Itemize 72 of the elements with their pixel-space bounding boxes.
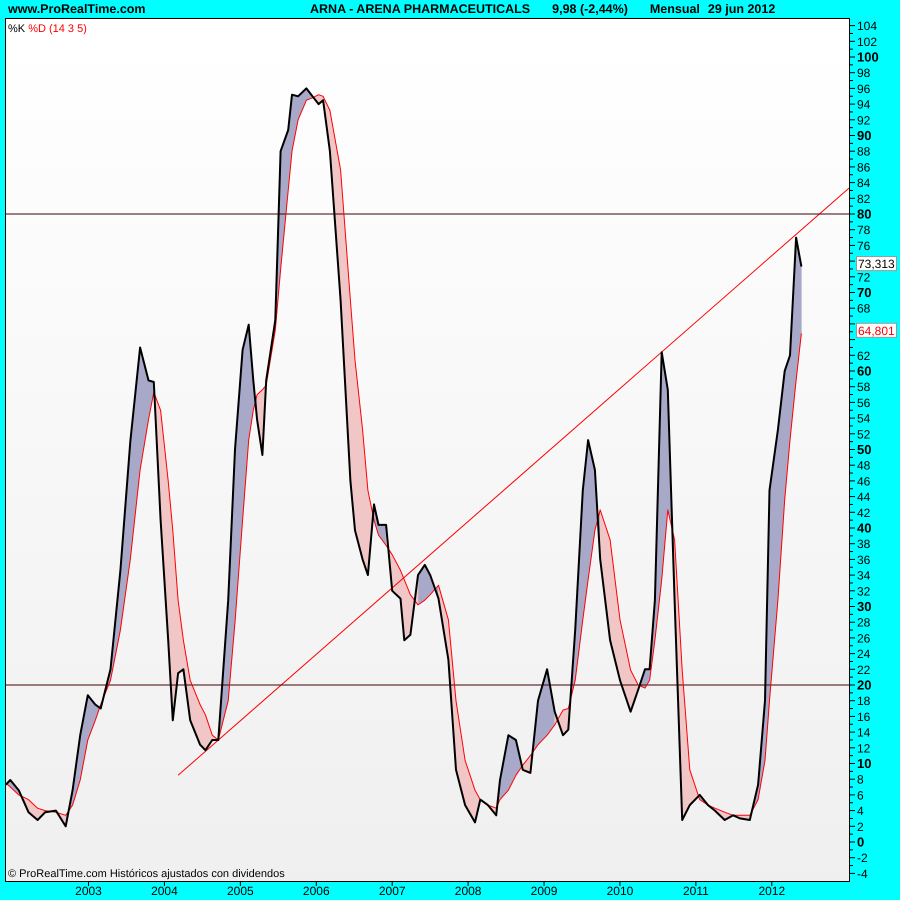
- x-axis-label: 2005: [227, 884, 254, 898]
- y-axis-label: 68: [857, 302, 870, 316]
- y-axis-label: 58: [857, 380, 870, 394]
- y-axis-label: 60: [857, 364, 872, 378]
- y-axis-label: 72: [857, 270, 870, 284]
- x-axis-label: 2009: [530, 884, 558, 898]
- y-axis-label: 10: [857, 756, 872, 771]
- price-change: 9,98 (-2,44%): [552, 1, 628, 18]
- x-axis-label: 2004: [151, 884, 178, 898]
- y-axis-label: 54: [857, 412, 870, 426]
- y-axis-label: 44: [857, 490, 870, 504]
- y-axis-label: 102: [857, 34, 878, 49]
- y-axis-label: 52: [857, 427, 870, 442]
- y-axis-label: 4: [857, 804, 864, 818]
- x-axis-label: 2006: [302, 884, 330, 898]
- value-tag: 64,801: [856, 322, 897, 338]
- y-axis-label: 26: [857, 631, 870, 646]
- chart-title: ARNA - ARENA PHARMACEUTICALS: [310, 1, 530, 18]
- period-label: Mensual: [650, 1, 700, 18]
- y-axis-label: 94: [857, 98, 870, 112]
- y-axis-label: 2: [857, 820, 864, 834]
- x-axis-label: 2003: [75, 884, 102, 898]
- value-tag: 73,313: [856, 256, 897, 272]
- y-axis-label: 28: [857, 616, 870, 630]
- k-legend: %K: [8, 23, 26, 35]
- y-axis-label: 24: [857, 647, 870, 662]
- y-axis-label: -4: [857, 866, 868, 881]
- footer-note: © ProRealTime.com Históricos ajustados con dividendos: [8, 868, 285, 880]
- y-axis-label: 34: [857, 568, 870, 583]
- y-axis-label: 78: [857, 223, 870, 238]
- y-axis-label: 16: [857, 710, 870, 724]
- y-axis-label: 96: [857, 82, 870, 96]
- y-axis-label: 90: [857, 128, 872, 143]
- y-axis-label: 46: [857, 474, 870, 488]
- y-axis-label: 62: [857, 348, 870, 363]
- x-axis-label: 2012: [758, 884, 786, 898]
- y-axis-label: 18: [857, 694, 870, 708]
- y-axis-label: 98: [857, 66, 870, 80]
- y-axis-label: 86: [857, 160, 870, 174]
- y-axis-label: 76: [857, 238, 870, 253]
- d-legend: %D (14 3 5): [28, 23, 87, 35]
- y-axis-label: 20: [857, 678, 872, 692]
- y-axis-label: 6: [857, 788, 864, 802]
- x-axis-label: 2011: [682, 884, 709, 898]
- y-axis-label: 70: [857, 285, 872, 300]
- y-axis-label: 50: [857, 442, 872, 457]
- x-axis-label: 2008: [454, 884, 482, 898]
- y-axis-label: 48: [857, 458, 870, 473]
- y-axis-label: 36: [857, 552, 870, 567]
- x-axis-label: 2010: [606, 884, 634, 898]
- y-axis-label: 12: [857, 741, 870, 756]
- y-axis-label: 80: [857, 206, 872, 222]
- y-axis-label: 88: [857, 144, 870, 159]
- date-label: 29 jun 2012: [708, 1, 776, 18]
- y-axis-label: 38: [857, 537, 870, 552]
- y-axis-label: 56: [857, 396, 870, 410]
- y-axis-label: 92: [857, 113, 870, 128]
- y-axis-label: 8: [857, 772, 864, 787]
- y-axis-label: -2: [857, 851, 868, 866]
- y-axis-label: 104: [857, 19, 878, 34]
- y-axis-label: 0: [857, 834, 864, 850]
- y-axis-label: 30: [857, 599, 872, 614]
- y-axis-label: 42: [857, 506, 870, 520]
- site-name: www.ProRealTime.com: [8, 1, 146, 18]
- y-axis-label: 100: [857, 50, 879, 64]
- y-axis-label: 14: [857, 726, 870, 740]
- y-axis-label: 84: [857, 176, 870, 190]
- y-axis-label: 22: [857, 662, 870, 677]
- y-axis-label: 82: [857, 192, 870, 206]
- x-axis-label: 2007: [378, 884, 406, 898]
- y-axis-label: 40: [857, 520, 872, 536]
- y-axis-label: 32: [857, 584, 870, 598]
